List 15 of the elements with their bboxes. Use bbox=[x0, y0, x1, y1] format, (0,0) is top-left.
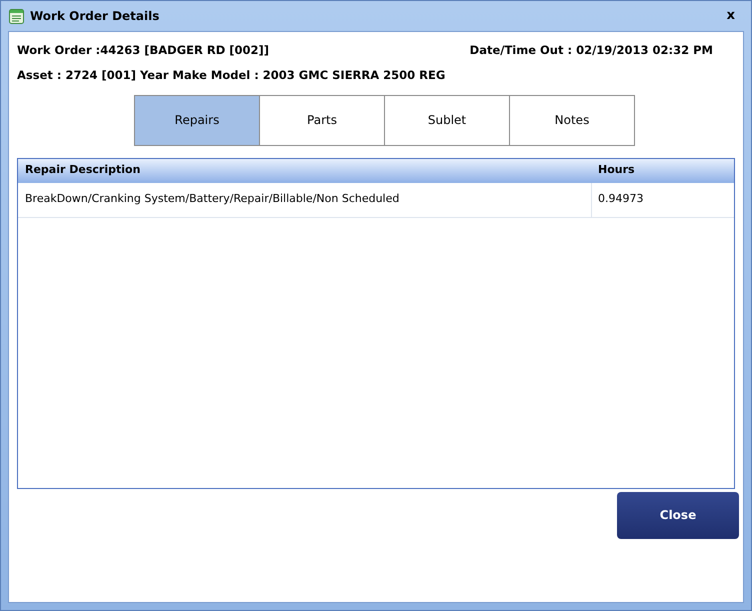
table-cell-text: 0.94973 bbox=[597, 191, 644, 208]
tab[interactable]: Repairs bbox=[134, 94, 260, 146]
asset-label: Asset : 2724 [001] Year Make Model : 2003 GMC SIERRA 2500 REG bbox=[17, 67, 446, 84]
table-cell: BreakDown/Cranking System/Battery/Repair/Billable/Non Scheduled bbox=[18, 182, 592, 216]
close-dialog-button[interactable]: Close bbox=[617, 492, 739, 538]
date-time-label: Date/Time Out : 02/19/2013 02:32 PM bbox=[470, 42, 713, 59]
form-icon bbox=[9, 8, 24, 24]
work-order-label: Work Order :44263 [BADGER RD [002]] bbox=[17, 42, 270, 59]
column-header: Repair Description bbox=[24, 162, 142, 178]
tab[interactable]: Notes bbox=[509, 94, 635, 146]
window-close-x[interactable]: x bbox=[726, 6, 735, 26]
tab[interactable]: Parts bbox=[259, 94, 385, 146]
window-title: Work Order Details bbox=[30, 8, 160, 25]
column-header: Hours bbox=[597, 162, 635, 178]
tab[interactable]: Sublet bbox=[384, 94, 510, 146]
